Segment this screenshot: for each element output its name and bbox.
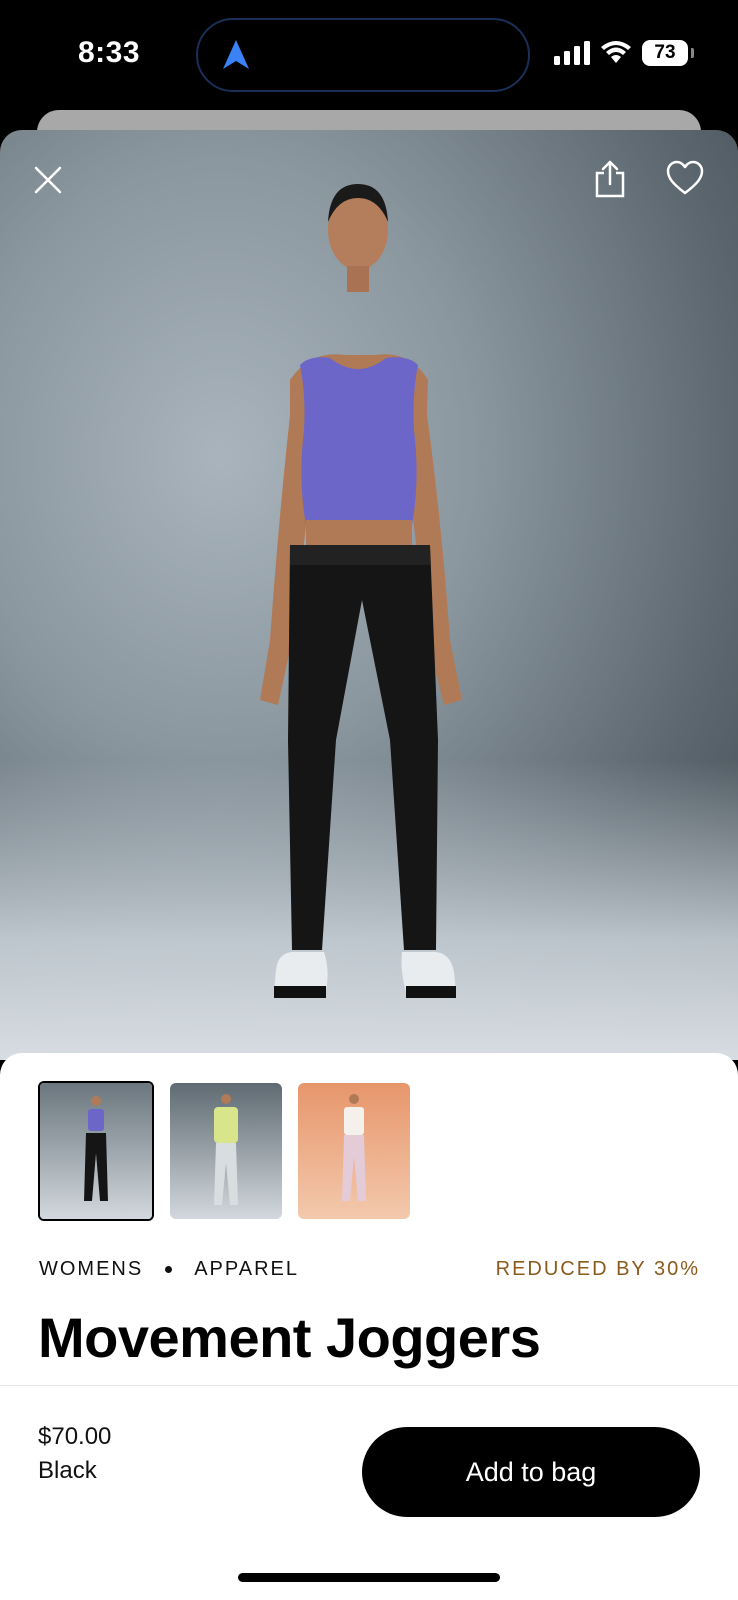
variant-thumbnail-grey[interactable] — [170, 1083, 282, 1219]
variant-thumbnail-pink[interactable] — [298, 1083, 410, 1219]
share-icon[interactable] — [594, 160, 626, 198]
breadcrumb-separator — [165, 1266, 173, 1273]
battery-icon: 73 — [642, 40, 694, 66]
heart-icon[interactable] — [666, 160, 704, 196]
dynamic-island — [196, 18, 530, 92]
wifi-icon — [601, 41, 631, 63]
close-icon[interactable] — [34, 166, 62, 194]
breadcrumb: WOMENS APPAREL — [39, 1258, 299, 1281]
variant-image — [298, 1083, 410, 1219]
status-icons: 73 — [554, 40, 694, 66]
status-time: 8:33 — [78, 36, 141, 69]
add-to-bag-button[interactable]: Add to bag — [362, 1427, 700, 1517]
variant-image — [170, 1083, 282, 1219]
product-title: Movement Joggers — [38, 1306, 541, 1369]
variant-thumbnail-black[interactable] — [38, 1081, 154, 1221]
breadcrumb-subcategory[interactable]: APPAREL — [194, 1258, 299, 1281]
variant-image — [40, 1083, 152, 1219]
color-variant-thumbnails — [38, 1081, 410, 1221]
location-arrow-icon — [223, 40, 249, 69]
divider — [0, 1385, 738, 1386]
model-figure — [260, 184, 462, 998]
discount-badge: REDUCED BY 30% — [495, 1258, 700, 1280]
product-price: $70.00 — [38, 1423, 112, 1450]
product-color: Black — [38, 1457, 97, 1484]
product-image[interactable] — [0, 130, 738, 1060]
status-bar: 8:33 73 — [0, 0, 738, 110]
breadcrumb-category[interactable]: WOMENS — [39, 1258, 143, 1281]
home-indicator[interactable] — [238, 1573, 500, 1582]
signal-icon — [554, 41, 590, 65]
